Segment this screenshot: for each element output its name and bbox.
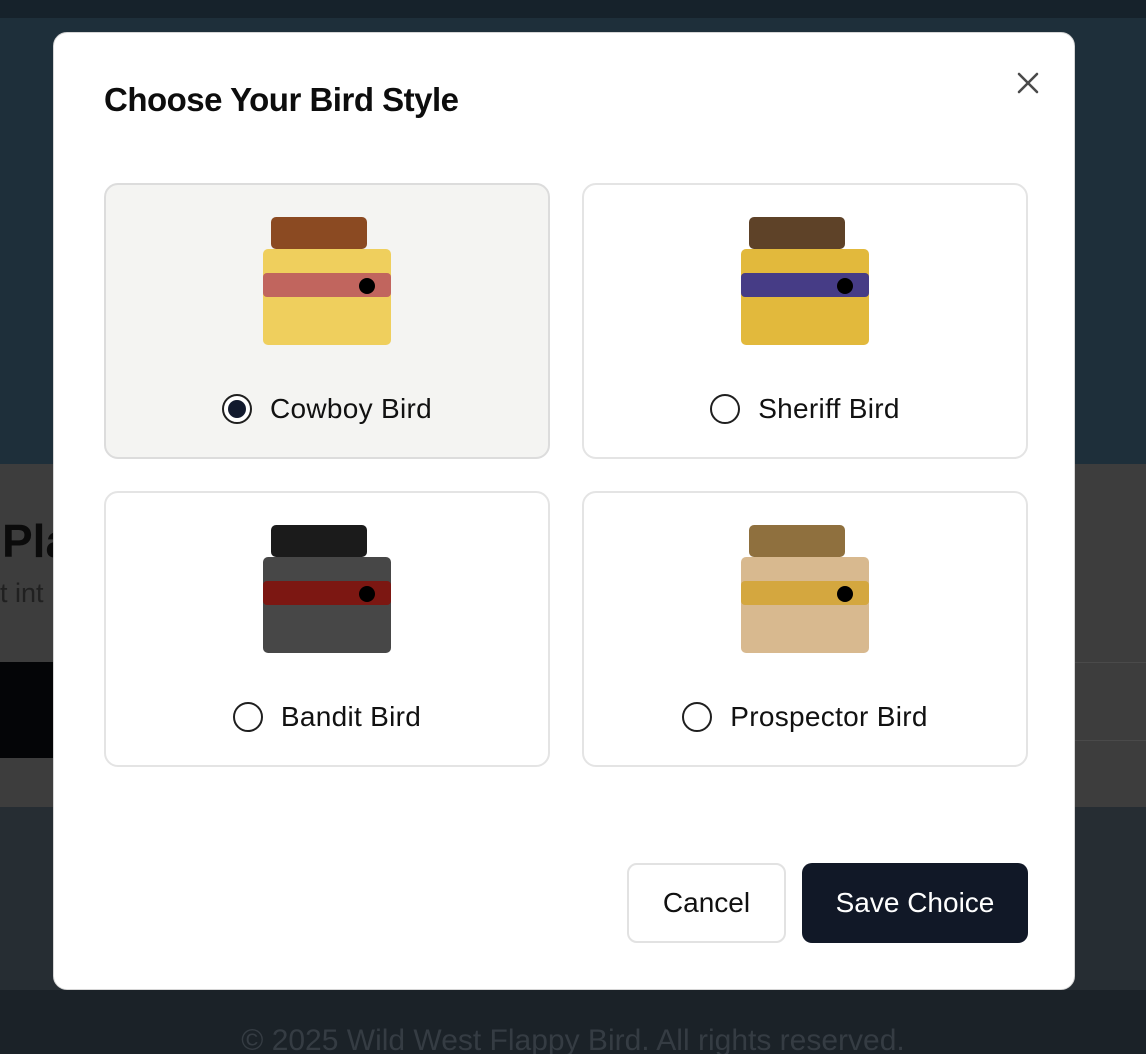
bird-option-bandit[interactable]: Bandit Bird [104, 491, 550, 767]
bandit-bird-preview [263, 525, 391, 653]
option-label-row: Sheriff Bird [584, 391, 1026, 427]
background-subtext: t int [0, 578, 44, 608]
bird-eye [837, 586, 853, 602]
option-label-row: Prospector Bird [584, 699, 1026, 735]
option-label: Sheriff Bird [758, 393, 900, 424]
bird-hat [271, 217, 367, 249]
radio-cowboy-bird[interactable] [221, 394, 252, 424]
bird-hat [749, 525, 845, 557]
bird-option-sheriff[interactable]: Sheriff Bird [582, 183, 1028, 459]
modal-title: Choose Your Bird Style [104, 81, 459, 118]
close-button[interactable] [1012, 67, 1044, 99]
option-label-row: Cowboy Bird [106, 391, 548, 427]
bird-body [263, 249, 391, 345]
footer-copyright: © 2025 Wild West Flappy Bird. All rights… [241, 1024, 905, 1054]
option-label: Cowboy Bird [269, 393, 433, 424]
bird-hat [749, 217, 845, 249]
prospector-bird-preview [741, 525, 869, 653]
cancel-button[interactable]: Cancel [627, 863, 786, 943]
radio-selected-dot [227, 400, 246, 418]
save-choice-button[interactable]: Save Choice [802, 863, 1028, 943]
bird-hat [271, 525, 367, 557]
bird-body [263, 557, 391, 653]
bird-eye [359, 278, 375, 294]
radio-sheriff-bird[interactable] [710, 394, 741, 424]
cowboy-bird-preview [263, 217, 391, 345]
option-label: Prospector Bird [730, 701, 928, 732]
close-icon [1017, 72, 1039, 94]
option-label: Bandit Bird [280, 701, 422, 732]
radio-bandit-bird[interactable] [232, 702, 263, 732]
option-label-row: Bandit Bird [106, 699, 548, 735]
sheriff-bird-preview [741, 217, 869, 345]
bird-body [741, 249, 869, 345]
bird-option-cowboy[interactable]: Cowboy Bird [104, 183, 550, 459]
background-header [0, 0, 1146, 18]
bird-eye [359, 586, 375, 602]
bird-style-modal: Choose Your Bird Style Cowboy Bird Sheri… [53, 32, 1075, 990]
bird-option-prospector[interactable]: Prospector Bird [582, 491, 1028, 767]
radio-prospector-bird[interactable] [682, 702, 713, 732]
bird-body [741, 557, 869, 653]
bird-eye [837, 278, 853, 294]
